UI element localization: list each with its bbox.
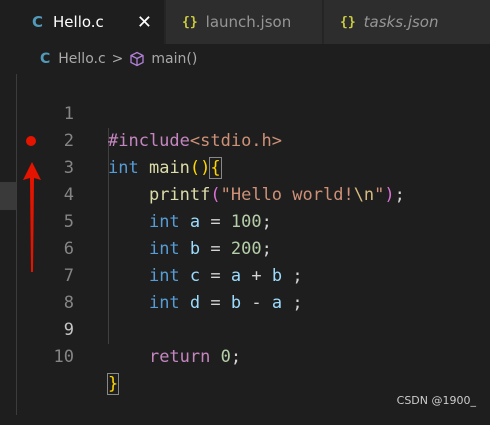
tab-launch-json[interactable]: {} launch.json (166, 0, 322, 44)
code-line-1[interactable]: 1 #include<stdio.h> (0, 74, 490, 151)
breadcrumb-separator: > (111, 51, 124, 67)
token-brace: } (106, 373, 120, 395)
breadcrumb-symbol[interactable]: main() (151, 51, 197, 67)
code-editor[interactable]: 1 #include<stdio.h> 2 int main(){ 3 prin… (0, 74, 490, 415)
watermark: CSDN @1900_ (396, 394, 476, 407)
breadcrumb-file[interactable]: Hello.c (58, 51, 105, 67)
tab-label: tasks.json (363, 13, 439, 31)
code-line-2[interactable]: 2 int main(){ (0, 101, 490, 179)
breadcrumb: C Hello.c > main() (0, 44, 490, 74)
tab-tasks-json[interactable]: {} tasks.json (324, 0, 490, 44)
c-file-icon: C (32, 13, 44, 31)
code-line-3[interactable]: 3 printf("Hello world!\n"); (0, 128, 490, 205)
tab-bar: C Hello.c ✕ {} launch.json {} tasks.json (0, 0, 490, 44)
code-line-9[interactable]: 9 return 0; (0, 290, 490, 367)
tab-bar-gap (0, 0, 18, 44)
code-line-6[interactable]: 6 int c = a + b ; (0, 209, 490, 286)
json-file-icon: {} (182, 14, 198, 30)
close-icon[interactable]: ✕ (137, 12, 152, 33)
token-number: 0 (220, 347, 231, 367)
tab-label: launch.json (205, 13, 292, 31)
line-number: 10 (53, 347, 74, 367)
cube-icon (130, 51, 145, 67)
code-line-5[interactable]: 5 int b = 200; (0, 182, 490, 259)
token-semicolon: ; (230, 347, 242, 367)
code-line-7[interactable]: 7 int d = b - a ; (0, 236, 490, 313)
code-line-10[interactable]: 10 } (0, 317, 490, 395)
json-file-icon: {} (340, 14, 356, 30)
code-line-8[interactable]: 8 (0, 263, 490, 313)
c-file-icon: C (40, 51, 51, 67)
tab-label: Hello.c (53, 13, 104, 31)
tab-hello-c[interactable]: C Hello.c ✕ (18, 0, 164, 44)
code-line-4[interactable]: 4 int a = 100; (0, 155, 490, 232)
token-keyword: return (148, 347, 211, 367)
